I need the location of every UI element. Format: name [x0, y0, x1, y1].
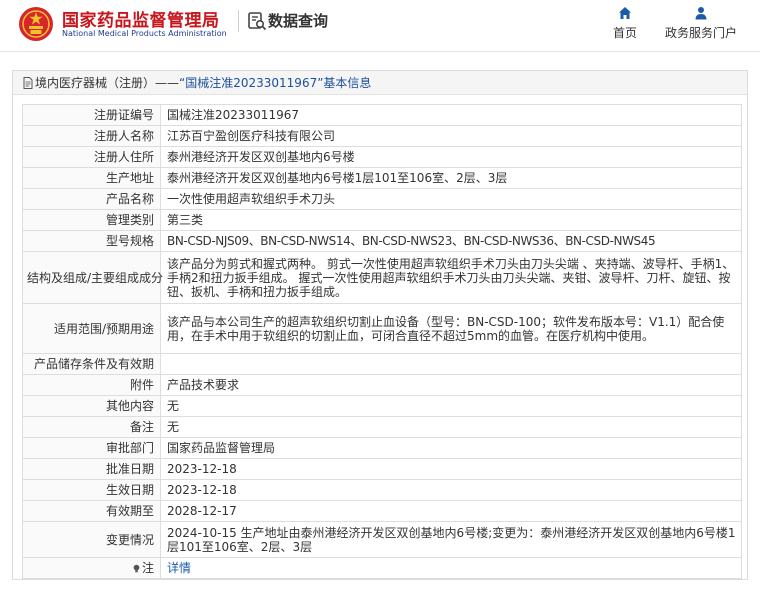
row-value: 第三类 [160, 209, 742, 231]
row-value: BN-CSD-NJS09、BN-CSD-NWS14、BN-CSD-NWS23、B… [160, 230, 742, 252]
table-row: 审批部门 国家药品监督管理局 [22, 437, 742, 459]
section-title: 数据查询 [268, 12, 329, 30]
row-value: 该产品与本公司生产的超声软组织切割止血设备（型号：BN-CSD-100；软件发布… [160, 303, 742, 354]
row-value: 产品技术要求 [160, 374, 742, 396]
home-icon [619, 7, 631, 19]
row-value: 国家药品监督管理局 [160, 437, 742, 459]
row-value: 2024-10-15 生产地址由泰州港经济开发区双创基地内6号楼;变更为：泰州港… [160, 521, 742, 558]
row-label: 注册人名称 [22, 125, 161, 147]
row-label: 结构及组成/主要组成成分 [22, 251, 163, 304]
national-emblem-icon [19, 7, 53, 41]
row-label: 产品储存条件及有效期 [22, 353, 161, 375]
row-label: 变更情况 [22, 521, 161, 558]
row-label: 注册人住所 [22, 146, 161, 168]
data-search-icon [248, 12, 267, 31]
note-bulb-icon [133, 564, 140, 573]
row-value: 泰州港经济开发区双创基地内6号楼 [160, 146, 742, 168]
row-label: 生产地址 [22, 167, 161, 189]
row-value: 该产品分为剪式和握式两种。 剪式一次性使用超声软组织手术刀头由刀头尖端 、夹持端… [160, 251, 742, 304]
row-value: 2023-12-18 [160, 479, 742, 501]
row-value: 2028-12-17 [160, 500, 742, 522]
breadcrumb: 境内医疗器械（注册）—— “国械注准20233011967”基本信息 [13, 71, 747, 95]
table-row: 适用范围/预期用途 该产品与本公司生产的超声软组织切割止血设备（型号：BN-CS… [22, 303, 742, 354]
table-row: 型号规格 BN-CSD-NJS09、BN-CSD-NWS14、BN-CSD-NW… [22, 230, 742, 252]
table-row: 注册人住所 泰州港经济开发区双创基地内6号楼 [22, 146, 742, 168]
table-row: 产品储存条件及有效期 [22, 353, 742, 375]
row-label: 注 [141, 561, 154, 575]
table-row: 生效日期 2023-12-18 [22, 479, 742, 501]
row-label: 生效日期 [22, 479, 161, 501]
table-row: 备注 无 [22, 416, 742, 438]
header-divider [238, 10, 239, 32]
row-label: 备注 [22, 416, 161, 438]
row-label: 产品名称 [22, 188, 161, 210]
row-label: 有效期至 [22, 500, 161, 522]
row-value: 国械注准20233011967 [160, 104, 742, 126]
row-value: 泰州港经济开发区双创基地内6号楼1层101至106室、2层、3层 [160, 167, 742, 189]
row-label: 注册证编号 [22, 104, 161, 126]
note-label-cell: 注 [22, 557, 161, 579]
table-row: 产品名称 一次性使用超声软组织手术刀头 [22, 188, 742, 210]
table-row: 管理类别 第三类 [22, 209, 742, 231]
table-row: 生产地址 泰州港经济开发区双创基地内6号楼1层101至106室、2层、3层 [22, 167, 742, 189]
table-row: 其他内容 无 [22, 395, 742, 417]
table-row: 批准日期 2023-12-18 [22, 458, 742, 480]
logo-title: 国家药品监督管理局 [62, 11, 220, 31]
nav-home[interactable]: 首页 [605, 6, 645, 41]
row-value: 无 [160, 416, 742, 438]
nav-gov-portal[interactable]: 政务服务门户 [660, 6, 742, 41]
row-label: 管理类别 [22, 209, 161, 231]
table-row: 附件 产品技术要求 [22, 374, 742, 396]
document-icon [23, 76, 33, 89]
info-table: 注册证编号 国械注准20233011967 注册人名称 江苏百宁盈创医疗科技有限… [22, 104, 742, 579]
user-icon [695, 7, 707, 20]
table-row: 有效期至 2028-12-17 [22, 500, 742, 522]
table-row: 变更情况 2024-10-15 生产地址由泰州港经济开发区双创基地内6号楼;变更… [22, 521, 742, 558]
row-label: 其他内容 [22, 395, 161, 417]
row-value: 一次性使用超声软组织手术刀头 [160, 188, 742, 210]
nav-home-label: 首页 [612, 26, 637, 40]
logo-subtitle: National Medical Products Administration [62, 29, 227, 38]
breadcrumb-category[interactable]: 境内医疗器械（注册）—— [35, 74, 179, 91]
row-label: 审批部门 [22, 437, 161, 459]
table-row: 注册人名称 江苏百宁盈创医疗科技有限公司 [22, 125, 742, 147]
row-value: 无 [160, 395, 742, 417]
table-row: 注册证编号 国械注准20233011967 [22, 104, 742, 126]
row-value: 江苏百宁盈创医疗科技有限公司 [160, 125, 742, 147]
row-label: 适用范围/预期用途 [22, 303, 161, 354]
row-label: 附件 [22, 374, 161, 396]
details-link[interactable]: 详情 [160, 557, 742, 579]
table-row: 注 详情 [22, 557, 742, 579]
top-header: 国家药品监督管理局 National Medical Products Admi… [0, 0, 760, 52]
breadcrumb-current: “国械注准20233011967”基本信息 [179, 76, 372, 90]
row-label: 批准日期 [22, 458, 161, 480]
nav-gov-label: 政务服务门户 [664, 26, 737, 40]
row-value [160, 353, 742, 375]
info-panel: 境内医疗器械（注册）—— “国械注准20233011967”基本信息 注册证编号… [12, 70, 748, 580]
row-label: 型号规格 [22, 230, 161, 252]
row-value: 2023-12-18 [160, 458, 742, 480]
table-row: 结构及组成/主要组成成分 该产品分为剪式和握式两种。 剪式一次性使用超声软组织手… [22, 251, 742, 304]
